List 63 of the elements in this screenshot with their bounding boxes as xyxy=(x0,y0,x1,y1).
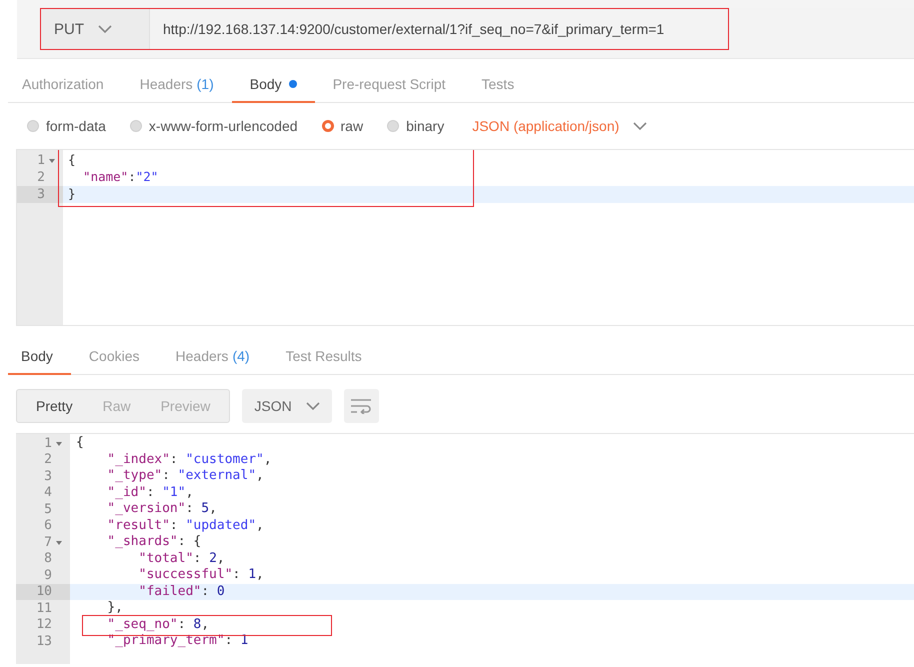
tab[interactable]: Headers (1) xyxy=(122,66,232,103)
radio-option[interactable]: raw xyxy=(322,118,364,134)
radio-label: form-data xyxy=(46,118,106,134)
line-number: 1 xyxy=(44,436,52,451)
radio-label: binary xyxy=(406,118,444,134)
wrap-lines-icon xyxy=(350,398,372,414)
code-line: } xyxy=(68,186,76,201)
chevron-down-icon xyxy=(306,401,320,411)
tab[interactable]: Test Results xyxy=(268,338,380,375)
code-line: { xyxy=(68,152,76,167)
code-line: "_seq_no": 8, xyxy=(106,616,210,632)
tab[interactable]: Cookies xyxy=(70,338,158,375)
radio-option[interactable]: form-data xyxy=(27,118,106,134)
radio-option[interactable]: binary xyxy=(387,118,444,134)
code-line: "successful": 1, xyxy=(138,567,264,582)
code-line: "_shards": { xyxy=(106,534,202,549)
radio-button[interactable] xyxy=(27,120,39,132)
line-number: 12 xyxy=(36,617,52,632)
line-number: 3 xyxy=(44,468,52,484)
chevron-down-icon xyxy=(633,121,648,131)
tab[interactable]: Headers (4) xyxy=(158,338,268,375)
line-number: 9 xyxy=(44,568,52,583)
radio-button[interactable] xyxy=(322,120,334,132)
code-line: "name":"2" xyxy=(82,169,158,184)
radio-button[interactable] xyxy=(130,120,142,132)
code-line: }, xyxy=(106,600,123,615)
tab[interactable]: Authorization xyxy=(8,66,122,103)
code-line: "total": 2, xyxy=(138,550,225,566)
fold-arrow-icon[interactable] xyxy=(49,159,55,163)
line-number: 13 xyxy=(36,634,52,649)
code-line: "_index": "customer", xyxy=(106,452,272,466)
method-dropdown[interactable]: PUT xyxy=(40,8,150,50)
code-line: "result": "updated", xyxy=(106,518,264,532)
tab[interactable]: Body xyxy=(232,66,315,103)
code-line: "_type": "external", xyxy=(106,468,264,483)
tab[interactable]: Body xyxy=(8,338,71,375)
view-toggle[interactable]: Pretty xyxy=(21,390,88,422)
line-number: 8 xyxy=(44,551,52,566)
code-line: "_id": "1", xyxy=(106,484,194,500)
line-number: 2 xyxy=(44,452,52,468)
wrap-lines-button[interactable] xyxy=(344,389,379,423)
radio-label: raw xyxy=(340,118,364,134)
line-number: 10 xyxy=(36,584,52,600)
line-number: 3 xyxy=(37,187,45,202)
content-type-dropdown[interactable]: JSON (application/json) xyxy=(468,118,648,134)
line-number: 2 xyxy=(37,170,45,185)
code-line: "_version": 5, xyxy=(106,501,217,516)
line-number: 5 xyxy=(44,502,52,517)
radio-button[interactable] xyxy=(387,120,400,132)
line-number: 1 xyxy=(37,153,45,168)
tab[interactable]: Tests xyxy=(464,66,532,103)
fold-arrow-icon[interactable] xyxy=(56,442,62,446)
tab[interactable]: Pre-request Script xyxy=(314,66,464,103)
line-number: 6 xyxy=(44,518,52,534)
code-line: { xyxy=(76,435,84,450)
line-number: 7 xyxy=(44,534,52,550)
modified-dot-icon xyxy=(288,80,297,88)
line-number: 4 xyxy=(44,485,52,500)
fold-arrow-icon[interactable] xyxy=(56,541,62,545)
line-number: 11 xyxy=(36,600,52,616)
chevron-down-icon xyxy=(98,24,112,34)
code-line: "failed": 0 xyxy=(138,584,225,598)
format-dropdown[interactable]: JSON xyxy=(242,389,332,423)
